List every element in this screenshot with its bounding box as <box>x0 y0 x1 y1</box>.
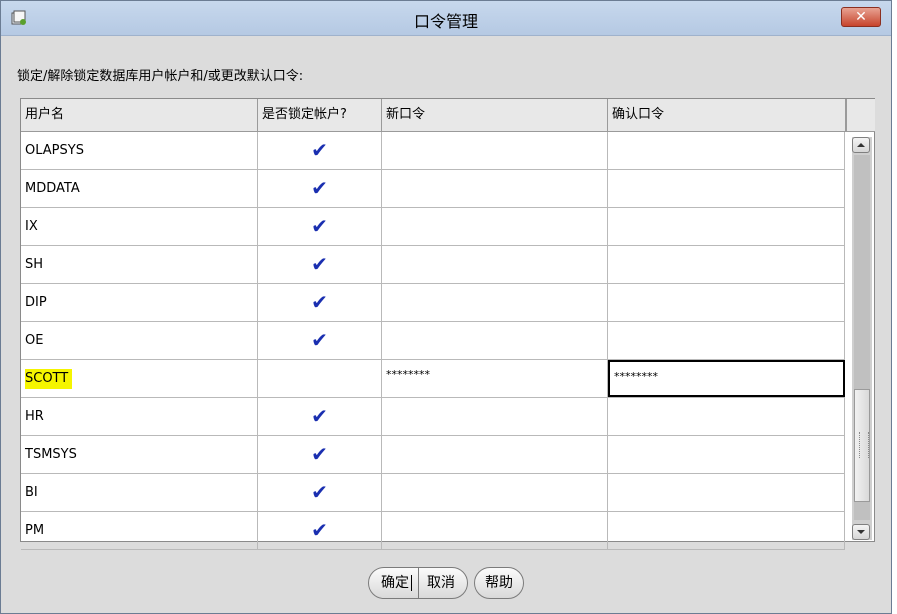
lock-checkbox[interactable]: ✔ <box>258 512 382 549</box>
username-cell[interactable]: TSMSYS <box>21 436 258 473</box>
ok-button-label: 确定 <box>381 575 412 591</box>
username-cell[interactable]: OLAPSYS <box>21 132 258 169</box>
username-cell[interactable]: MDDATA <box>21 170 258 207</box>
chevron-down-icon <box>857 530 865 534</box>
lock-checkbox[interactable]: ✔ <box>258 170 382 207</box>
confirm-password-field[interactable] <box>608 322 845 359</box>
new-password-field[interactable] <box>382 208 608 245</box>
close-button[interactable]: ✕ <box>841 7 881 27</box>
vertical-scrollbar[interactable] <box>852 137 872 540</box>
new-password-field[interactable] <box>382 512 608 549</box>
new-password-field[interactable] <box>382 474 608 511</box>
new-password-field[interactable] <box>382 132 608 169</box>
lock-checkbox[interactable]: ✔ <box>258 322 382 359</box>
confirm-password-field[interactable] <box>608 436 845 473</box>
scroll-up-button[interactable] <box>852 137 870 153</box>
column-header-locked[interactable]: 是否锁定帐户? <box>258 99 382 131</box>
user-account-table: 用户名 是否锁定帐户? 新口令 确认口令 OLAPSYS ✔ MDDATA ✔ … <box>20 98 875 550</box>
help-button[interactable]: 帮助 <box>474 567 524 599</box>
confirm-password-field[interactable] <box>608 132 845 169</box>
column-header-new-password[interactable]: 新口令 <box>382 99 608 131</box>
grip-icon <box>859 432 869 458</box>
password-management-dialog: 口令管理 ✕ 锁定/解除锁定数据库用户帐户和/或更改默认口令: 用户名 是否锁定… <box>0 0 892 614</box>
table-row[interactable]: HR ✔ <box>21 398 845 436</box>
username-cell[interactable]: OE <box>21 322 258 359</box>
table-row[interactable]: OLAPSYS ✔ <box>21 132 845 170</box>
confirm-password-field[interactable] <box>608 208 845 245</box>
username-cell[interactable]: DIP <box>21 284 258 321</box>
ok-button[interactable]: 确定 <box>368 567 419 599</box>
lock-checkbox[interactable] <box>258 360 382 397</box>
chevron-up-icon <box>857 143 865 147</box>
scroll-down-button[interactable] <box>852 524 870 540</box>
table-row[interactable]: TSMSYS ✔ <box>21 436 845 474</box>
lock-checkbox[interactable]: ✔ <box>258 436 382 473</box>
table-row[interactable]: DIP ✔ <box>21 284 845 322</box>
header-corner <box>846 99 875 132</box>
confirm-password-field[interactable] <box>608 170 845 207</box>
new-password-field[interactable]: ******** <box>382 360 608 397</box>
table-row[interactable]: OE ✔ <box>21 322 845 360</box>
username-cell[interactable]: SH <box>21 246 258 283</box>
instruction-text: 锁定/解除锁定数据库用户帐户和/或更改默认口令: <box>17 69 304 84</box>
confirm-password-field[interactable] <box>608 246 845 283</box>
column-header-username[interactable]: 用户名 <box>21 99 258 131</box>
column-header-confirm-password[interactable]: 确认口令 <box>608 99 846 131</box>
lock-checkbox[interactable]: ✔ <box>258 398 382 435</box>
lock-checkbox[interactable]: ✔ <box>258 284 382 321</box>
username-cell[interactable]: BI <box>21 474 258 511</box>
confirm-password-field[interactable]: ******** <box>608 360 845 397</box>
table-row[interactable]: PM ✔ <box>21 512 845 550</box>
table-row[interactable]: BI ✔ <box>21 474 845 512</box>
cancel-button[interactable]: 取消 <box>418 567 468 599</box>
username-cell[interactable]: HR <box>21 398 258 435</box>
lock-checkbox[interactable]: ✔ <box>258 246 382 283</box>
lock-checkbox[interactable]: ✔ <box>258 474 382 511</box>
table-header: 用户名 是否锁定帐户? 新口令 确认口令 <box>21 99 846 132</box>
new-password-field[interactable] <box>382 170 608 207</box>
new-password-field[interactable] <box>382 322 608 359</box>
username-cell[interactable]: PM <box>21 512 258 549</box>
scroll-thumb[interactable] <box>854 389 870 502</box>
table-row-selected[interactable]: SCOTT ******** ******** <box>21 360 845 398</box>
username-cell[interactable]: IX <box>21 208 258 245</box>
dialog-buttons: 确定 取消 帮助 <box>1 567 891 599</box>
window-title: 口令管理 <box>413 12 478 31</box>
confirm-password-field[interactable] <box>608 512 845 549</box>
lock-checkbox[interactable]: ✔ <box>258 208 382 245</box>
table-body: OLAPSYS ✔ MDDATA ✔ IX ✔ SH ✔ DIP ✔ OE ✔ … <box>21 132 845 550</box>
confirm-password-field[interactable] <box>608 284 845 321</box>
new-password-field[interactable] <box>382 398 608 435</box>
new-password-field[interactable] <box>382 284 608 321</box>
username-cell[interactable]: SCOTT <box>21 360 258 397</box>
confirm-password-field[interactable] <box>608 398 845 435</box>
table-row[interactable]: SH ✔ <box>21 246 845 284</box>
new-password-field[interactable] <box>382 246 608 283</box>
table-row[interactable]: MDDATA ✔ <box>21 170 845 208</box>
title-bar: 口令管理 ✕ <box>1 1 891 36</box>
lock-checkbox[interactable]: ✔ <box>258 132 382 169</box>
new-password-field[interactable] <box>382 436 608 473</box>
username-highlighted: SCOTT <box>25 369 73 389</box>
confirm-password-field[interactable] <box>608 474 845 511</box>
table-row[interactable]: IX ✔ <box>21 208 845 246</box>
